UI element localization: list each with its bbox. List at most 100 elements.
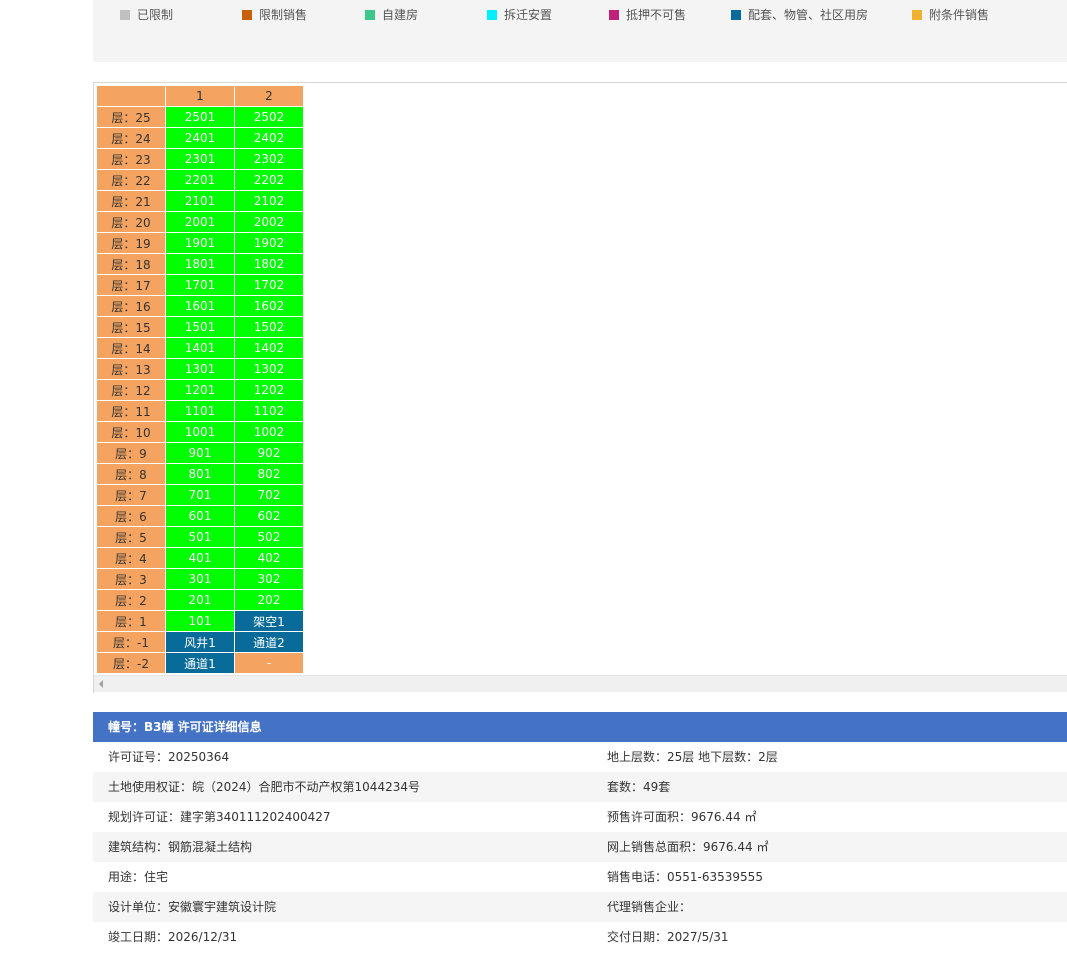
unit-cell[interactable]: 2301 <box>165 148 235 170</box>
unit-cell[interactable]: 2101 <box>165 190 235 212</box>
floor-label: 层：-2 <box>96 652 166 674</box>
legend-swatch <box>731 10 741 20</box>
unit-cell[interactable]: 1802 <box>234 253 304 275</box>
table-row: 层：20 2001 2002 <box>96 211 304 233</box>
unit-cell[interactable]: 1301 <box>165 358 235 380</box>
scroll-left-icon[interactable] <box>99 680 103 688</box>
unit-cell[interactable]: 402 <box>234 547 304 569</box>
unit-cell[interactable]: 风井1 <box>165 631 235 653</box>
unit-cell[interactable]: 1502 <box>234 316 304 338</box>
legend-item: 自建房 <box>365 7 418 23</box>
unit-cell[interactable]: 2201 <box>165 169 235 191</box>
unit-cell[interactable]: 401 <box>165 547 235 569</box>
table-row: 层：13 1301 1302 <box>96 358 304 380</box>
unit-cell[interactable]: 502 <box>234 526 304 548</box>
floor-label: 层：9 <box>96 442 166 464</box>
unit-cell[interactable]: 1002 <box>234 421 304 443</box>
unit-cell[interactable]: 1501 <box>165 316 235 338</box>
unit-cell[interactable]: 2502 <box>234 106 304 128</box>
unit-cell[interactable]: 701 <box>165 484 235 506</box>
unit-cell[interactable]: 902 <box>234 442 304 464</box>
unit-cell[interactable]: 1601 <box>165 295 235 317</box>
unit-cell[interactable]: 2202 <box>234 169 304 191</box>
unit-cell[interactable]: 1201 <box>165 379 235 401</box>
legend-item: 限制销售 <box>242 7 307 23</box>
legend-label: 限制销售 <box>259 8 308 22</box>
table-row: 层：3 301 302 <box>96 568 304 590</box>
info-field-left: 建筑结构：钢筋混凝土结构 <box>108 840 253 854</box>
unit-cell[interactable]: 通道2 <box>234 631 304 653</box>
info-row: 建筑结构：钢筋混凝土结构 网上销售总面积：9676.44 ㎡ <box>93 832 1067 862</box>
unit-cell[interactable]: 1801 <box>165 253 235 275</box>
unit-cell[interactable]: 2402 <box>234 127 304 149</box>
floor-label: 层：8 <box>96 463 166 485</box>
floor-label: 层：21 <box>96 190 166 212</box>
table-row: 层：4 401 402 <box>96 547 304 569</box>
table-row: 层：-1 风井1 通道2 <box>96 631 304 653</box>
unit-cell[interactable]: 2102 <box>234 190 304 212</box>
unit-cell[interactable]: 2501 <box>165 106 235 128</box>
unit-cell[interactable]: 1902 <box>234 232 304 254</box>
unit-cell[interactable]: 通道1 <box>165 652 235 674</box>
unit-cell[interactable]: 1402 <box>234 337 304 359</box>
unit-cell[interactable]: 201 <box>165 589 235 611</box>
table-row: 层：1 101 架空1 <box>96 610 304 632</box>
table-row: 层：5 501 502 <box>96 526 304 548</box>
table-row: 层：10 1001 1002 <box>96 421 304 443</box>
legend-swatch <box>487 10 497 20</box>
info-row: 设计单位：安徽寰宇建筑设计院 代理销售企业： <box>93 892 1067 922</box>
unit-cell[interactable]: 202 <box>234 589 304 611</box>
info-row: 规划许可证：建字第340111202400427 预售许可面积：9676.44 ㎡ <box>93 802 1067 832</box>
unit-cell[interactable]: 901 <box>165 442 235 464</box>
unit-cell[interactable]: 602 <box>234 505 304 527</box>
table-row: 层：16 1601 1602 <box>96 295 304 317</box>
unit-cell[interactable]: 2302 <box>234 148 304 170</box>
unit-cell[interactable]: 架空1 <box>234 610 304 632</box>
unit-cell[interactable]: 501 <box>165 526 235 548</box>
unit-cell[interactable]: 301 <box>165 568 235 590</box>
unit-cell[interactable]: 801 <box>165 463 235 485</box>
info-field-right: 销售电话：0551-63539555 <box>607 870 763 884</box>
unit-cell[interactable]: 1001 <box>165 421 235 443</box>
unit-cell[interactable]: 1901 <box>165 232 235 254</box>
unit-cell[interactable]: 1202 <box>234 379 304 401</box>
unit-cell[interactable]: 1102 <box>234 400 304 422</box>
column-header <box>96 85 166 107</box>
unit-cell[interactable]: 702 <box>234 484 304 506</box>
floor-label: 层：20 <box>96 211 166 233</box>
info-field-left: 竣工日期：2026/12/31 <box>108 930 238 944</box>
info-row: 用途：住宅 销售电话：0551-63539555 <box>93 862 1067 892</box>
column-header: 1 <box>165 85 235 107</box>
unit-cell[interactable]: 802 <box>234 463 304 485</box>
legend-swatch <box>912 10 922 20</box>
legend-item: 拆迁安置 <box>487 7 552 23</box>
legend-swatch <box>609 10 619 20</box>
unit-cell[interactable]: 1701 <box>165 274 235 296</box>
unit-cell[interactable]: 302 <box>234 568 304 590</box>
horizontal-scrollbar[interactable] <box>94 675 1067 692</box>
unit-cell[interactable]: 1101 <box>165 400 235 422</box>
floor-label: 层：3 <box>96 568 166 590</box>
floor-label: 层：19 <box>96 232 166 254</box>
table-row: 层：2 201 202 <box>96 589 304 611</box>
floor-label: 层：24 <box>96 127 166 149</box>
unit-cell[interactable]: 101 <box>165 610 235 632</box>
unit-cell[interactable]: 1602 <box>234 295 304 317</box>
unit-cell[interactable]: 601 <box>165 505 235 527</box>
unit-cell[interactable]: 2002 <box>234 211 304 233</box>
table-row: 层：14 1401 1402 <box>96 337 304 359</box>
legend-swatch <box>242 10 252 20</box>
legend-item: 已限制 <box>120 7 173 23</box>
unit-cell[interactable]: 2001 <box>165 211 235 233</box>
column-header: 2 <box>234 85 304 107</box>
table-row: 层：-2 通道1- <box>96 652 304 674</box>
unit-cell[interactable]: 2401 <box>165 127 235 149</box>
unit-cell[interactable]: 1702 <box>234 274 304 296</box>
unit-cell: - <box>234 652 304 674</box>
legend-swatch <box>120 10 130 20</box>
legend-item: 配套、物管、社区用房 <box>731 7 868 23</box>
floor-label: 层：6 <box>96 505 166 527</box>
unit-cell[interactable]: 1401 <box>165 337 235 359</box>
unit-cell[interactable]: 1302 <box>234 358 304 380</box>
permit-info-title: 幢号：B3幢 许可证详细信息 <box>93 712 1067 742</box>
